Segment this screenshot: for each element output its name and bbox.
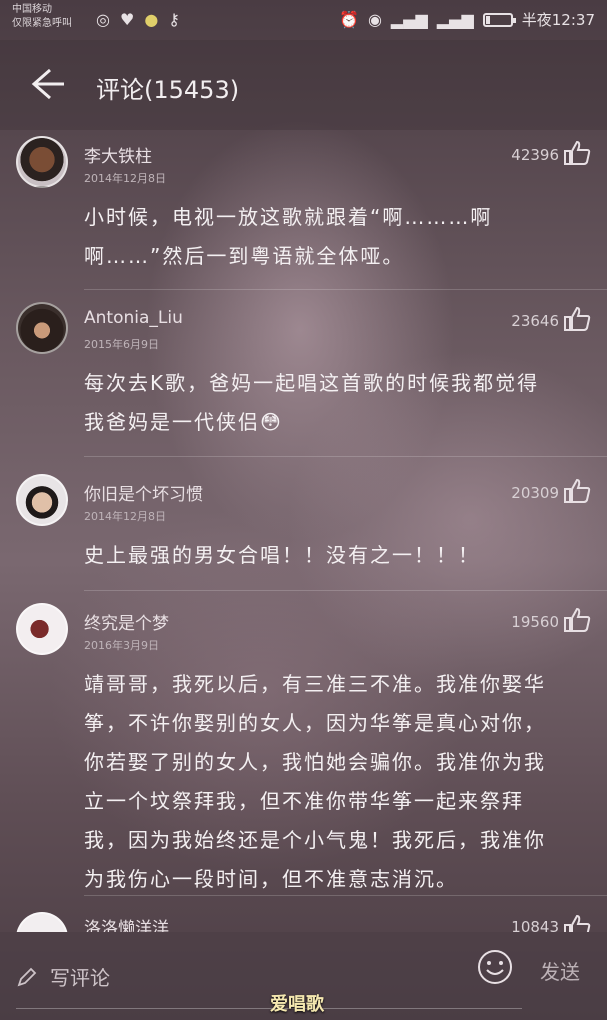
comment-item: Antonia_Liu 2015年6月9日 23646 每次去K歌，爸妈一起唱这… xyxy=(0,302,607,457)
status-bar: 中国移动 仅限紧急呼叫 ◎ ♥ ● ⚷ ⏰ ◉ ▂▄▆ ▂▄▆ 半夜12:37 xyxy=(0,0,607,40)
heart-pulse-icon: ♥ xyxy=(119,10,135,29)
divider xyxy=(84,456,607,457)
input-underline xyxy=(16,1008,522,1009)
comment-date: 2014年12月8日 xyxy=(84,172,166,185)
comment-text: 史上最强的男女合唱！！没有之一！！！ xyxy=(84,536,577,575)
avatar[interactable] xyxy=(16,302,68,354)
divider xyxy=(84,590,607,591)
battery-icon xyxy=(482,12,516,27)
carrier-info: 中国移动 仅限紧急呼叫 xyxy=(12,3,72,31)
comment-date: 2016年3月9日 xyxy=(84,639,159,652)
comment-username[interactable]: 你旧是个坏习惯 xyxy=(84,480,203,505)
comment-line: 史上最强的男女合唱！！没有之一！！！ xyxy=(84,543,480,567)
avatar[interactable] xyxy=(16,912,68,932)
comment-date: 2014年12月8日 xyxy=(84,510,166,523)
comment-line: 立一个坟祭拜我，但不准你带华筝一起来祭拜 xyxy=(84,789,524,813)
comment-line: 啊……”然后一到粤语就全体哑。 xyxy=(84,244,405,268)
pencil-icon xyxy=(17,967,37,987)
comment-item: 你旧是个坏习惯 2014年12月8日 20309 史上最强的男女合唱！！没有之一… xyxy=(0,474,607,591)
comment-line: 你若娶了别的女人，我怕她会骗你。我准你为我 xyxy=(84,750,546,774)
arrow-left-icon[interactable] xyxy=(28,64,68,104)
dot-icon: ● xyxy=(144,10,159,29)
comment-line: 我爸妈是一代侠侣😳 xyxy=(84,410,283,434)
alarm-icon: ⏰ xyxy=(339,10,359,29)
avatar[interactable] xyxy=(16,136,68,188)
comment-text: 每次去K歌，爸妈一起唱这首歌的时候我都觉得 我爸妈是一代侠侣😳 xyxy=(84,364,577,442)
send-button[interactable]: 发送 xyxy=(540,956,580,985)
thumbs-up-icon[interactable] xyxy=(563,914,591,932)
comment-line: 小时候，电视一放这歌就跟着“啊………啊 xyxy=(84,205,493,229)
thumbs-up-icon[interactable] xyxy=(563,306,591,332)
like-count: 10843 xyxy=(511,918,559,932)
thumbs-up-icon[interactable] xyxy=(563,478,591,504)
comment-line: 为我伤心一段时间，但不准意志消沉。 xyxy=(84,867,458,891)
eye-icon: ◉ xyxy=(367,10,382,29)
avatar[interactable] xyxy=(16,474,68,526)
like-count: 20309 xyxy=(511,484,559,502)
comment-line: 筝，不许你娶别的女人，因为华筝是真心对你， xyxy=(84,711,546,735)
comment-text: 小时候，电视一放这歌就跟着“啊………啊 啊……”然后一到粤语就全体哑。 xyxy=(84,198,577,276)
like-count: 42396 xyxy=(511,146,559,164)
thumbs-up-icon[interactable] xyxy=(563,140,591,166)
comment-text: 靖哥哥，我死以后，有三准三不准。我准你娶华 筝，不许你娶别的女人，因为华筝是真心… xyxy=(84,665,577,899)
carrier-name: 中国移动 xyxy=(12,4,52,15)
thumbs-up-icon[interactable] xyxy=(563,607,591,633)
header-bar: 评论(15453) xyxy=(0,40,607,130)
comment-username[interactable]: 终究是个梦 xyxy=(84,609,169,634)
comment-line: 我，因为我始终还是个小气鬼！我死后，我准你 xyxy=(84,828,546,852)
comment-date: 2015年6月9日 xyxy=(84,338,159,351)
divider xyxy=(84,289,607,290)
smiley-icon[interactable] xyxy=(476,948,514,986)
comment-username[interactable]: 李大铁柱 xyxy=(84,142,152,167)
comment-username[interactable]: 洛洛懒洋洋 xyxy=(84,914,169,932)
comment-placeholder: 写评论 xyxy=(50,966,110,990)
signal-icon: ▂▄▆ xyxy=(390,10,428,29)
comment-username[interactable]: Antonia_Liu xyxy=(84,308,183,328)
comment-item: 李大铁柱 2014年12月8日 42396 小时候，电视一放这歌就跟着“啊………… xyxy=(0,136,607,290)
comment-item: 洛洛懒洋洋 10843 xyxy=(0,912,607,932)
sync-icon: ◎ xyxy=(96,10,110,29)
clock: 半夜12:37 xyxy=(521,11,595,29)
comment-line: 每次去K歌，爸妈一起唱这首歌的时候我都觉得 xyxy=(84,371,540,395)
divider xyxy=(84,895,607,896)
like-count: 23646 xyxy=(511,312,559,330)
comment-line: 靖哥哥，我死以后，有三准三不准。我准你娶华 xyxy=(84,672,546,696)
signal-icon-2: ▂▄▆ xyxy=(436,10,474,29)
watermark: 爱唱歌 xyxy=(270,994,324,1015)
avatar[interactable] xyxy=(16,603,68,655)
like-count: 19560 xyxy=(511,613,559,631)
comment-item: 终究是个梦 2016年3月9日 19560 靖哥哥，我死以后，有三准三不准。我准… xyxy=(0,603,607,903)
emergency-only-label: 仅限紧急呼叫 xyxy=(12,18,72,29)
page-title: 评论(15453) xyxy=(96,76,240,104)
comment-input[interactable]: 写评论 xyxy=(16,962,522,1009)
key-icon: ⚷ xyxy=(168,10,180,29)
